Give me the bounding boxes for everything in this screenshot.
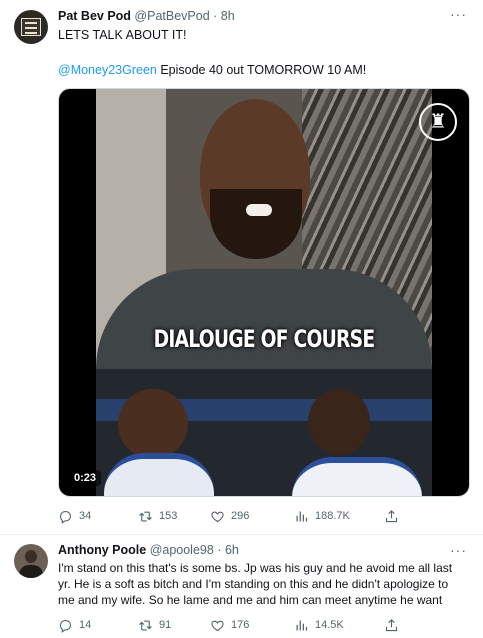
retweet-button[interactable]: 91 xyxy=(138,616,171,634)
author-name[interactable]: Pat Bev Pod xyxy=(58,9,131,23)
tweet-text-line: LETS TALK ABOUT IT! xyxy=(58,28,187,42)
retweet-count: 153 xyxy=(159,510,178,522)
views-button[interactable]: 188.7K xyxy=(294,507,350,525)
video-player[interactable]: ♜ DIALOUGE OF COURSE 0:23 xyxy=(58,88,470,497)
like-count: 176 xyxy=(231,619,250,631)
reply-button[interactable]: 14 xyxy=(58,616,91,634)
retweet-button[interactable]: 153 xyxy=(138,507,177,525)
like-button[interactable]: 296 xyxy=(210,507,249,525)
more-options-icon[interactable]: ··· xyxy=(450,6,467,22)
timestamp[interactable]: 8h xyxy=(221,9,235,23)
reply-count: 34 xyxy=(79,510,92,522)
separator: · xyxy=(213,9,218,23)
mention-link[interactable]: @Money23Green xyxy=(58,63,157,77)
author-handle[interactable]: @apoole98 xyxy=(150,543,214,557)
action-bar: 14 91 176 14.5K xyxy=(58,616,458,634)
heart-icon xyxy=(211,511,224,522)
author-name[interactable]: Anthony Poole xyxy=(58,543,146,557)
tweet[interactable]: Anthony Poole @apoole98 · 6h ··· I'm sta… xyxy=(0,536,483,638)
retweet-icon xyxy=(139,511,152,521)
more-options-icon[interactable]: ··· xyxy=(450,542,467,558)
share-icon xyxy=(385,618,398,631)
view-count: 14.5K xyxy=(315,619,344,631)
tweet[interactable]: Pat Bev Pod @PatBevPod · 8h ··· LETS TAL… xyxy=(0,0,483,535)
action-bar: 34 153 296 188.7K xyxy=(58,507,458,525)
views-icon xyxy=(296,511,308,521)
retweet-icon xyxy=(139,620,152,630)
reply-button[interactable]: 34 xyxy=(58,507,91,525)
avatar[interactable] xyxy=(14,544,48,578)
tweet-header: Pat Bev Pod @PatBevPod · 8h xyxy=(58,9,235,23)
author-handle[interactable]: @PatBevPod xyxy=(134,9,209,23)
separator: · xyxy=(217,543,222,557)
share-icon xyxy=(385,509,398,522)
like-button[interactable]: 176 xyxy=(210,616,249,634)
reply-count: 14 xyxy=(79,619,92,631)
video-caption: DIALOUGE OF COURSE xyxy=(153,325,376,353)
share-button[interactable] xyxy=(384,616,405,634)
share-button[interactable] xyxy=(384,507,405,525)
tweet-text: Episode 40 out TOMORROW 10 AM! xyxy=(156,63,367,77)
avatar[interactable] xyxy=(14,10,48,44)
reply-icon xyxy=(59,510,72,524)
heart-icon xyxy=(211,620,224,631)
tweet-header: Anthony Poole @apoole98 · 6h xyxy=(58,543,239,557)
barstool-logo-icon: ♜ xyxy=(419,103,457,141)
tweet-text-line: @Money23Green Episode 40 out TOMORROW 10… xyxy=(58,62,366,78)
views-icon xyxy=(296,620,308,630)
view-count: 188.7K xyxy=(315,510,350,522)
reply-icon xyxy=(59,619,72,633)
like-count: 296 xyxy=(231,510,250,522)
timestamp[interactable]: 6h xyxy=(225,543,239,557)
video-frame-bottom xyxy=(96,369,432,496)
video-duration: 0:23 xyxy=(69,470,102,486)
retweet-count: 91 xyxy=(159,619,172,631)
tweet-text: I'm stand on this that's is some bs. Jp … xyxy=(58,561,453,607)
views-button[interactable]: 14.5K xyxy=(294,616,344,634)
